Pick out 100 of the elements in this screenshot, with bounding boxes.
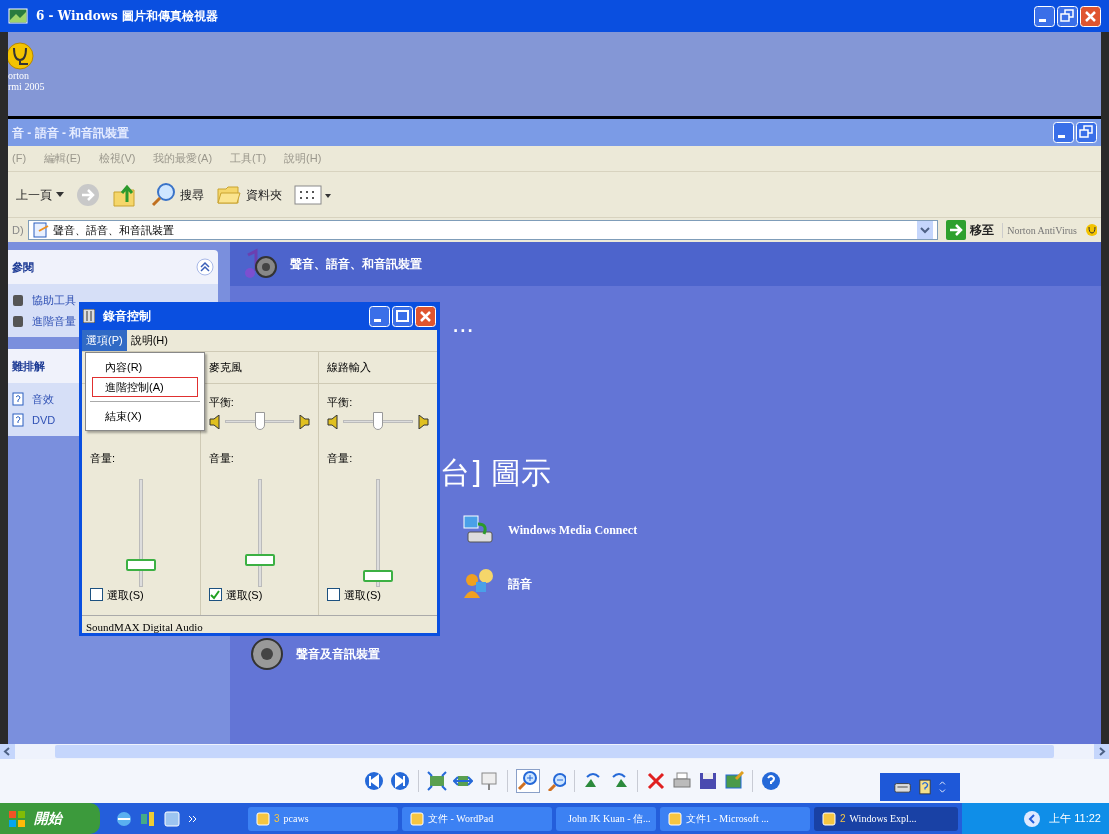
language-bar[interactable] bbox=[880, 773, 960, 801]
link[interactable]: DVD bbox=[32, 411, 56, 428]
maximize-button[interactable] bbox=[392, 305, 413, 327]
minimize-button[interactable] bbox=[369, 305, 390, 327]
balance-slider[interactable] bbox=[224, 412, 295, 432]
window-title: 音 - 語音 - 和音訊裝置 bbox=[12, 124, 130, 142]
scroll-left-icon bbox=[0, 744, 15, 759]
toolbar-label: Norton AntiVirus bbox=[1002, 222, 1081, 238]
music-speaker-icon bbox=[242, 247, 278, 281]
zoom-out-icon[interactable] bbox=[546, 771, 566, 791]
balance-slider[interactable] bbox=[343, 412, 413, 432]
arrow-circle-icon[interactable] bbox=[1023, 809, 1042, 828]
zoom-in-icon[interactable] bbox=[516, 769, 540, 793]
image-viewer-icon bbox=[8, 8, 28, 24]
menu-item[interactable]: 說明(H) bbox=[126, 330, 172, 351]
checkbox[interactable] bbox=[90, 588, 103, 602]
mixer-icon bbox=[83, 309, 95, 323]
heading-text: ... bbox=[452, 307, 474, 340]
chevron-icon[interactable] bbox=[188, 813, 198, 824]
volume-label: 音量: bbox=[90, 451, 117, 466]
close-button[interactable] bbox=[415, 305, 436, 327]
menu-item[interactable]: 內容(R) bbox=[92, 357, 198, 377]
volume-slider[interactable] bbox=[363, 478, 394, 587]
delete-icon[interactable] bbox=[646, 771, 666, 791]
go-button[interactable]: 移至 bbox=[942, 220, 999, 240]
taskbar-button[interactable]: 3 pcaws bbox=[248, 806, 398, 831]
folders-button[interactable]: 資料夾 bbox=[216, 182, 282, 207]
best-fit-icon[interactable] bbox=[427, 771, 447, 791]
volume-slider[interactable] bbox=[125, 478, 156, 587]
minimize-button[interactable] bbox=[1034, 5, 1055, 27]
taskbar-button[interactable]: 文件 - WordPad bbox=[402, 806, 552, 831]
menu-item[interactable]: 選項(P) bbox=[82, 330, 127, 351]
link[interactable]: 協助工具 bbox=[32, 292, 76, 309]
checkbox[interactable] bbox=[327, 588, 341, 602]
globe-icon[interactable] bbox=[116, 810, 132, 827]
slideshow-icon[interactable] bbox=[479, 771, 499, 791]
previous-image-icon[interactable] bbox=[364, 771, 384, 791]
app-icon bbox=[822, 811, 836, 826]
taskbar-button[interactable]: 文件1 - Microsoft ... bbox=[660, 806, 810, 831]
checkbox[interactable] bbox=[208, 588, 222, 602]
window-title: 6 - Windows 圖片和傳真檢視器 bbox=[36, 8, 218, 25]
restore-button[interactable] bbox=[1057, 5, 1078, 27]
link[interactable]: 進階音量 bbox=[32, 312, 76, 329]
search-icon bbox=[150, 181, 176, 208]
edit-image-icon[interactable] bbox=[724, 771, 744, 791]
address-field[interactable]: 聲音、語音、和音訊裝置 bbox=[27, 220, 939, 240]
help-icon bbox=[12, 412, 24, 427]
heading-text: 台] 圖示 bbox=[440, 454, 552, 492]
link[interactable]: 聲音及音訊裝置 bbox=[296, 645, 380, 663]
panel-header[interactable]: 參閱 bbox=[8, 250, 218, 284]
app-icon bbox=[410, 811, 424, 826]
window-icon[interactable] bbox=[164, 810, 180, 827]
views-button[interactable] bbox=[294, 183, 332, 206]
print-icon[interactable] bbox=[672, 771, 692, 791]
taskbar-button[interactable]: John JK Kuan - 信... bbox=[556, 806, 656, 831]
minimize-button[interactable] bbox=[1053, 122, 1074, 143]
back-button[interactable]: 上一頁 bbox=[16, 185, 64, 204]
checkmark-icon bbox=[210, 589, 221, 600]
menu-item[interactable]: 進階控制(A) bbox=[92, 377, 198, 397]
slider-thumb[interactable] bbox=[363, 569, 394, 582]
computer-arrow-icon bbox=[462, 514, 496, 546]
slider-thumb[interactable] bbox=[125, 558, 156, 571]
icon-label[interactable]: orton bbox=[8, 70, 30, 81]
volume-slider[interactable] bbox=[244, 478, 275, 587]
media-icon[interactable] bbox=[140, 810, 156, 827]
save-icon[interactable] bbox=[698, 771, 718, 791]
address-text: 聲音、語音、和音訊裝置 bbox=[52, 222, 174, 238]
app-icon bbox=[668, 811, 682, 826]
arrow-icon bbox=[946, 220, 967, 240]
view-grid-icon bbox=[294, 183, 332, 206]
taskbar-button[interactable]: 2 Windows Expl... bbox=[814, 806, 958, 831]
address-label: D) bbox=[12, 222, 24, 238]
horizontal-scrollbar[interactable] bbox=[0, 744, 1109, 759]
dropdown-caret-icon bbox=[56, 191, 64, 198]
slider-thumb[interactable] bbox=[373, 412, 384, 430]
channel-name: 麥克風 bbox=[208, 360, 242, 376]
icon-label[interactable]: rmi 2005 bbox=[8, 81, 45, 92]
help-icon bbox=[12, 392, 24, 407]
keyboard-icon bbox=[894, 780, 912, 794]
link[interactable]: 語音 bbox=[508, 575, 532, 593]
restore-button[interactable] bbox=[1076, 122, 1097, 143]
slider-thumb[interactable] bbox=[254, 412, 265, 430]
clock: 上午 11:22 bbox=[1049, 811, 1101, 827]
menu-item[interactable]: 結束(X) bbox=[92, 406, 198, 426]
dialog-title: 錄音控制 bbox=[103, 308, 151, 325]
scroll-right-icon bbox=[1094, 744, 1109, 759]
link[interactable]: Windows Media Connect bbox=[508, 521, 638, 539]
help-icon[interactable] bbox=[761, 771, 781, 791]
slider-thumb[interactable] bbox=[244, 553, 275, 566]
search-button[interactable]: 搜尋 bbox=[150, 181, 204, 208]
select-checkbox[interactable]: 選取(S) bbox=[90, 586, 192, 603]
start-button[interactable]: 開始 bbox=[0, 803, 100, 834]
balance-label: 平衡: bbox=[208, 394, 234, 410]
select-checkbox[interactable]: 選取(S) bbox=[208, 586, 311, 603]
collapse-chevron-icon[interactable] bbox=[196, 258, 214, 276]
close-button[interactable] bbox=[1080, 5, 1101, 27]
select-checkbox[interactable]: 選取(S) bbox=[327, 586, 429, 603]
control-panel-icon bbox=[32, 222, 49, 238]
next-image-icon[interactable] bbox=[390, 771, 410, 791]
link[interactable]: 音效 bbox=[32, 391, 54, 408]
